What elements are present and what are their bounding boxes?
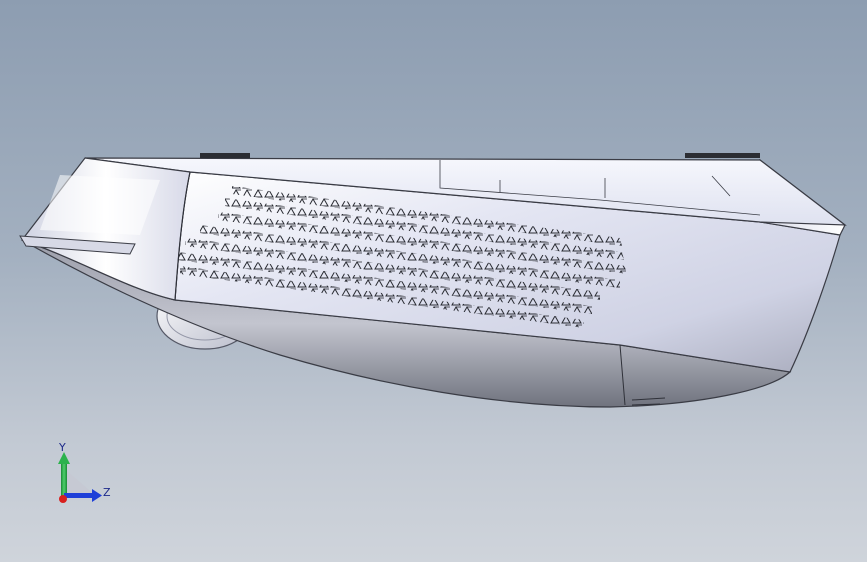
x-axis-arrow: [59, 495, 67, 503]
z-axis-label: Z: [103, 486, 111, 499]
top-latch-right: [685, 153, 760, 158]
z-axis-arrow: [64, 493, 94, 498]
cad-viewport[interactable]: Y Z: [0, 0, 867, 562]
y-axis-label: Y: [59, 441, 66, 454]
top-latch-left: [200, 153, 250, 158]
cad-3d-model[interactable]: [0, 0, 867, 562]
y-axis-arrow: [61, 462, 67, 496]
